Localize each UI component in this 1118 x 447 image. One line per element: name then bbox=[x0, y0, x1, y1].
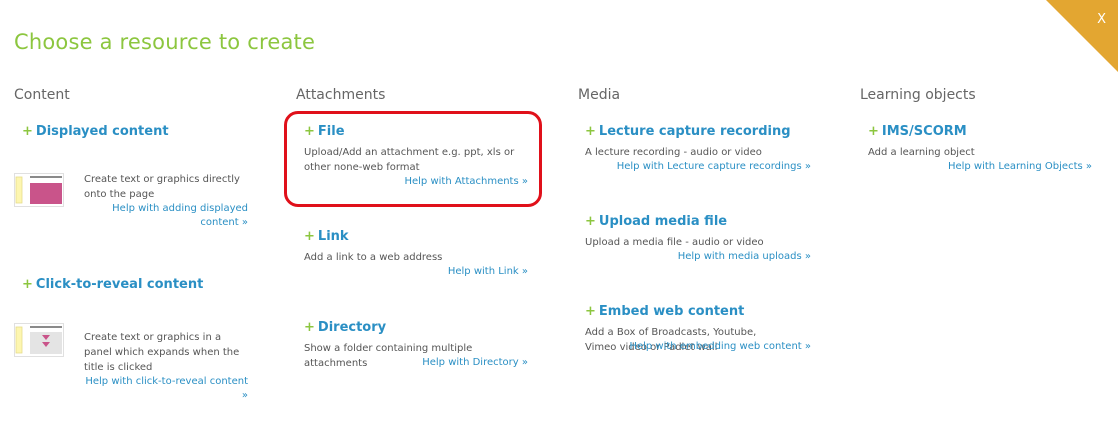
resource-directory: + Directory Show a folder containing mult… bbox=[304, 320, 528, 370]
resource-displayed-content: + Displayed content bbox=[22, 124, 169, 139]
resource-click-to-reveal: + Click-to-reveal content bbox=[22, 277, 203, 292]
click-to-reveal-thumbnail bbox=[14, 323, 64, 357]
column-heading-learning-objects: Learning objects bbox=[860, 87, 976, 103]
plus-icon: + bbox=[585, 304, 596, 319]
embed-web-link[interactable]: + Embed web content bbox=[585, 304, 811, 319]
lecture-capture-title: Lecture capture recording bbox=[598, 124, 791, 139]
close-button[interactable]: X bbox=[1046, 0, 1118, 72]
plus-icon: + bbox=[868, 124, 879, 139]
link-description: Add a link to a web address bbox=[304, 252, 443, 263]
resource-ims-scorm: + IMS/SCORM Add a learning object Help wi… bbox=[868, 124, 1092, 174]
close-corner-shape bbox=[1046, 0, 1118, 72]
upload-media-link[interactable]: + Upload media file bbox=[585, 214, 811, 229]
plus-icon: + bbox=[585, 214, 596, 229]
plus-icon: + bbox=[304, 320, 315, 335]
ims-scorm-link[interactable]: + IMS/SCORM bbox=[868, 124, 1092, 139]
resource-link: + Link Add a link to a web address Help w… bbox=[304, 229, 528, 279]
lecture-capture-link[interactable]: + Lecture capture recording bbox=[585, 124, 811, 139]
plus-icon: + bbox=[22, 124, 33, 139]
column-heading-media: Media bbox=[578, 87, 621, 103]
directory-title: Directory bbox=[317, 320, 387, 335]
resource-upload-media: + Upload media file Upload a media file -… bbox=[585, 214, 811, 264]
displayed-content-details: Create text or graphics directly onto th… bbox=[84, 172, 248, 230]
ims-scorm-description: Add a learning object bbox=[868, 147, 975, 158]
ims-scorm-help-link[interactable]: Help with Learning Objects » bbox=[868, 160, 1092, 174]
plus-icon: + bbox=[304, 229, 315, 244]
resource-embed-web: + Embed web content Add a Box of Broadcas… bbox=[585, 304, 811, 354]
displayed-content-icon bbox=[15, 176, 62, 204]
displayed-content-help-link[interactable]: Help with adding displayed content » bbox=[84, 202, 248, 230]
directory-link[interactable]: + Directory bbox=[304, 320, 528, 335]
resource-lecture-capture: + Lecture capture recording A lecture rec… bbox=[585, 124, 811, 174]
displayed-content-description: Create text or graphics directly onto th… bbox=[84, 174, 240, 200]
lecture-capture-description: A lecture recording - audio or video bbox=[585, 147, 762, 158]
column-heading-content: Content bbox=[14, 87, 70, 103]
click-to-reveal-link[interactable]: + Click-to-reveal content bbox=[22, 277, 203, 292]
link-link[interactable]: + Link bbox=[304, 229, 528, 244]
plus-icon: + bbox=[22, 277, 33, 292]
upload-media-description: Upload a media file - audio or video bbox=[585, 237, 764, 248]
close-icon[interactable]: X bbox=[1097, 12, 1106, 27]
link-help-link[interactable]: Help with Link » bbox=[304, 265, 528, 279]
embed-web-title: Embed web content bbox=[598, 304, 745, 319]
dialog-title: Choose a resource to create bbox=[14, 30, 316, 54]
click-to-reveal-help-link[interactable]: Help with click-to-reveal content » bbox=[84, 375, 248, 403]
upload-media-title: Upload media file bbox=[598, 214, 728, 229]
click-to-reveal-icon bbox=[15, 326, 62, 354]
displayed-content-title: Displayed content bbox=[35, 124, 169, 139]
click-to-reveal-details: Create text or graphics in a panel which… bbox=[84, 330, 248, 403]
link-title: Link bbox=[317, 229, 349, 244]
click-to-reveal-title: Click-to-reveal content bbox=[35, 277, 204, 292]
plus-icon: + bbox=[585, 124, 596, 139]
lecture-capture-help-link[interactable]: Help with Lecture capture recordings » bbox=[585, 160, 811, 174]
click-to-reveal-description: Create text or graphics in a panel which… bbox=[84, 332, 240, 373]
displayed-content-thumbnail bbox=[14, 173, 64, 207]
ims-scorm-title: IMS/SCORM bbox=[881, 124, 967, 139]
column-heading-attachments: Attachments bbox=[296, 87, 386, 103]
file-highlight-outline bbox=[284, 111, 542, 207]
displayed-content-link[interactable]: + Displayed content bbox=[22, 124, 169, 139]
upload-media-help-link[interactable]: Help with media uploads » bbox=[585, 250, 811, 264]
